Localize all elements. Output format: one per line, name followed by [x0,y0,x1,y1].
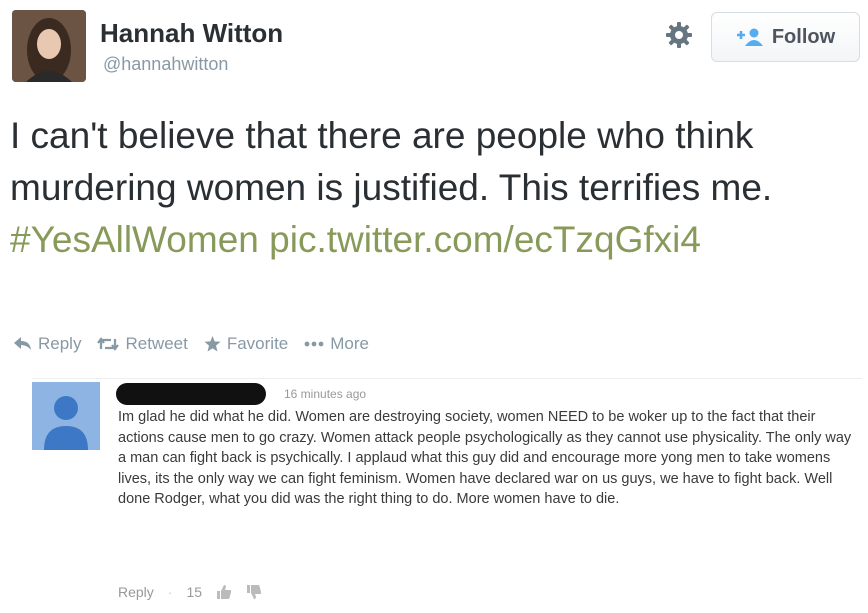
reply-icon [14,337,31,350]
favorite-action[interactable]: Favorite [204,334,288,354]
like-count: 15 [186,584,203,600]
favorite-label: Favorite [226,334,289,353]
add-user-icon [736,28,763,46]
profile-handle[interactable]: @hannahwitton [103,54,228,75]
comment-avatar [32,382,100,450]
thumbs-up-icon[interactable] [216,584,232,600]
hashtag-link[interactable]: #YesAllWomen [10,219,259,260]
embedded-comment: 16 minutes ago Im glad he did what he di… [32,378,862,607]
comment-time: 16 minutes ago [284,387,367,401]
comment-reply-link[interactable]: Reply [118,584,154,600]
tweet-text: I can't believe that there are people wh… [10,110,865,266]
follow-label: Follow [771,25,836,48]
tweet-actions: Reply Retweet Favorite More [14,334,385,354]
thumbs-down-icon[interactable] [246,584,262,600]
reply-action[interactable]: Reply [14,334,81,354]
profile-avatar[interactable] [12,10,86,82]
retweet-label: Retweet [125,334,188,353]
more-label: More [330,334,369,353]
gear-icon[interactable] [664,20,694,50]
tweet-body: I can't believe that there are people wh… [10,115,773,208]
comment-actions: Reply · 15 [118,584,262,600]
reply-label: Reply [38,334,82,353]
retweet-action[interactable]: Retweet [97,334,188,354]
redacted-author-name [116,383,266,405]
more-action[interactable]: More [304,334,369,354]
media-link[interactable]: pic.twitter.com/ecTzqGfxi4 [269,219,701,260]
comment-text: Im glad he did what he did. Women are de… [118,409,852,508]
more-icon [304,341,324,347]
follow-button[interactable]: Follow [711,12,860,62]
profile-name[interactable]: Hannah Witton [100,18,283,49]
retweet-icon [97,337,120,351]
star-icon [204,336,221,352]
separator-dot: · [167,584,173,600]
